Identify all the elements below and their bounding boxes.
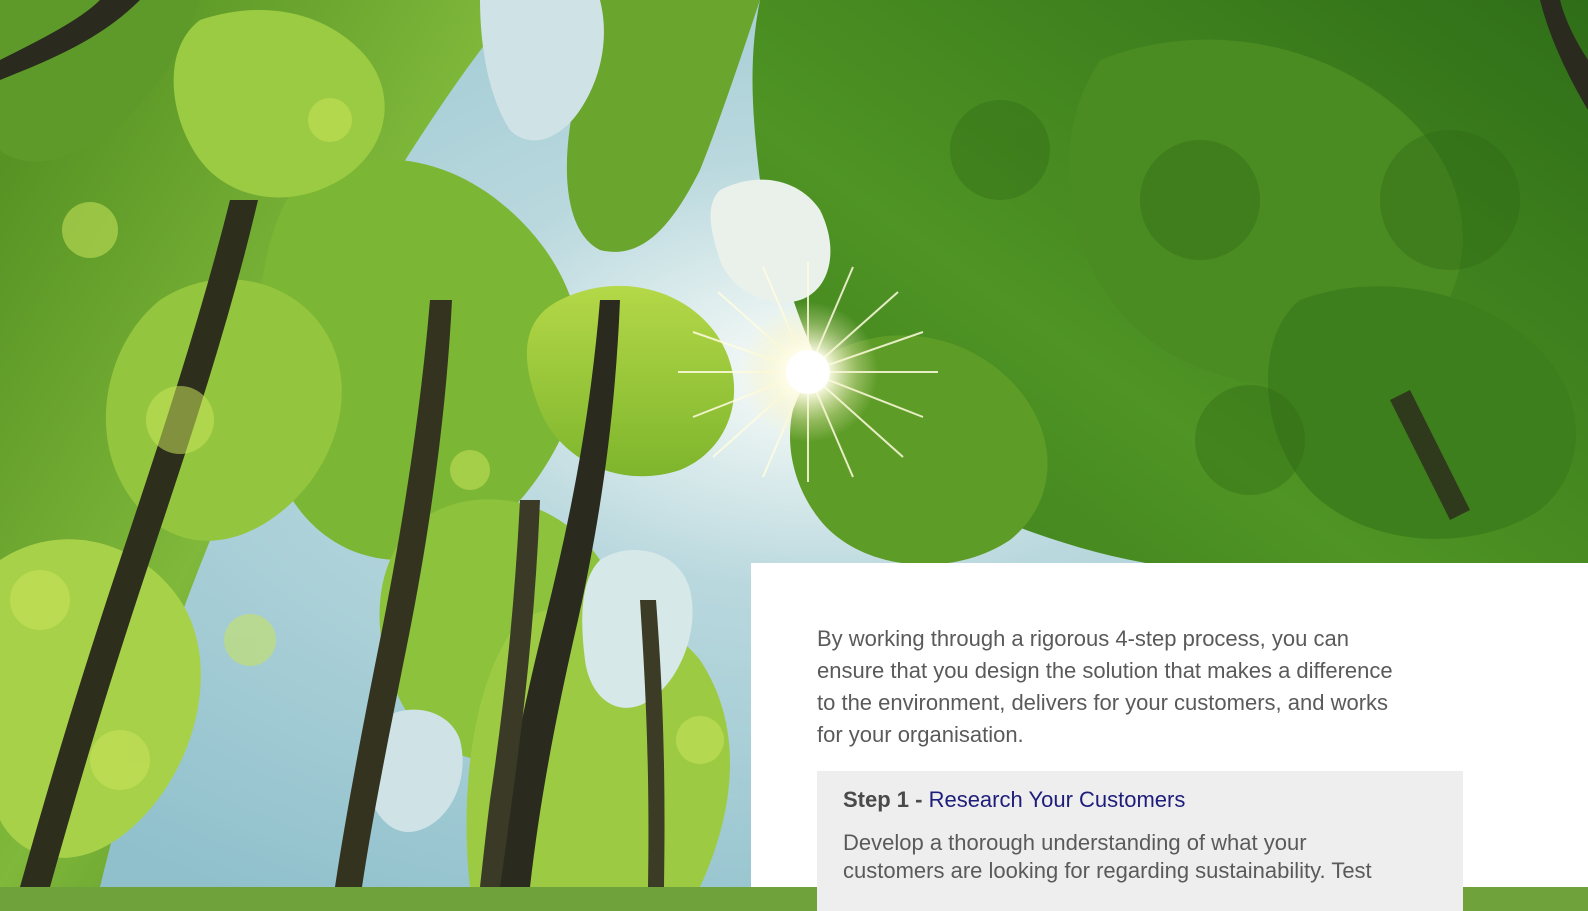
step-1-description: Develop a thorough understanding of what…	[843, 830, 1372, 883]
step-1-title: Step 1 - Research Your Customers	[843, 785, 1463, 815]
step-1-label: Step 1 -	[843, 787, 929, 812]
step-1-card: Step 1 - Research Your Customers Develop…	[817, 771, 1463, 911]
content-panel: By working through a rigorous 4-step pro…	[751, 563, 1588, 911]
research-customers-link[interactable]: Research Your Customers	[929, 787, 1186, 812]
intro-paragraph: By working through a rigorous 4-step pro…	[817, 626, 1393, 747]
